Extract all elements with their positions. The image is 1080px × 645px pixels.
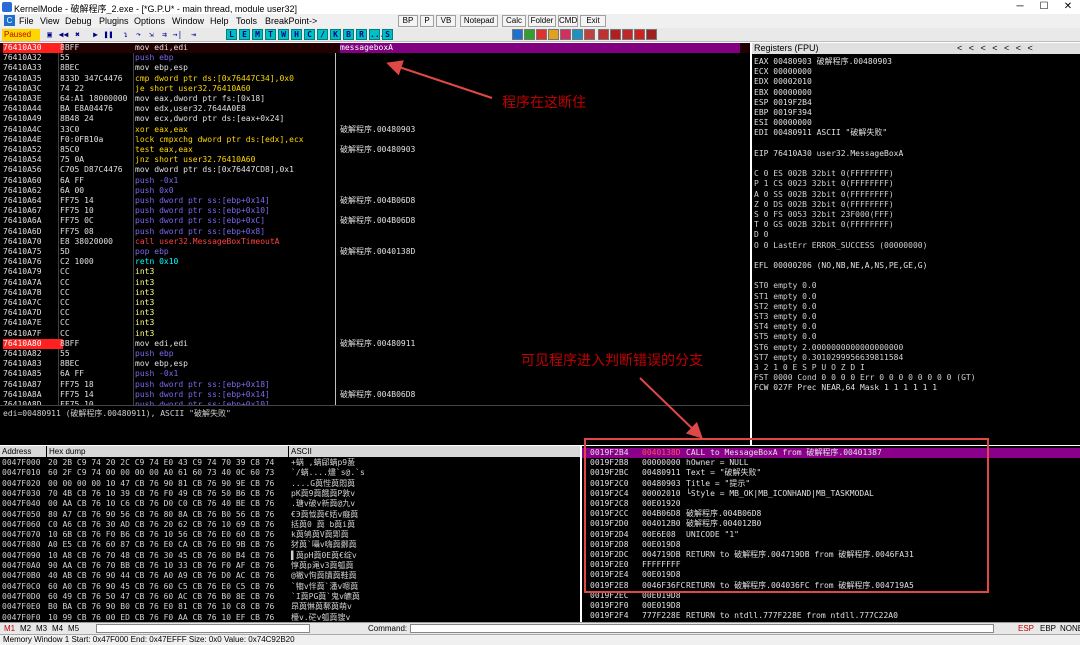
annotation-breakpoint: 程序在这断住 (502, 95, 586, 111)
annotation-branch: 可见程序进入判断错误的分支 (521, 353, 703, 369)
arrow-to-stack (639, 377, 703, 439)
arrow-to-breakpoint (386, 60, 493, 99)
highlight-box (584, 438, 989, 593)
